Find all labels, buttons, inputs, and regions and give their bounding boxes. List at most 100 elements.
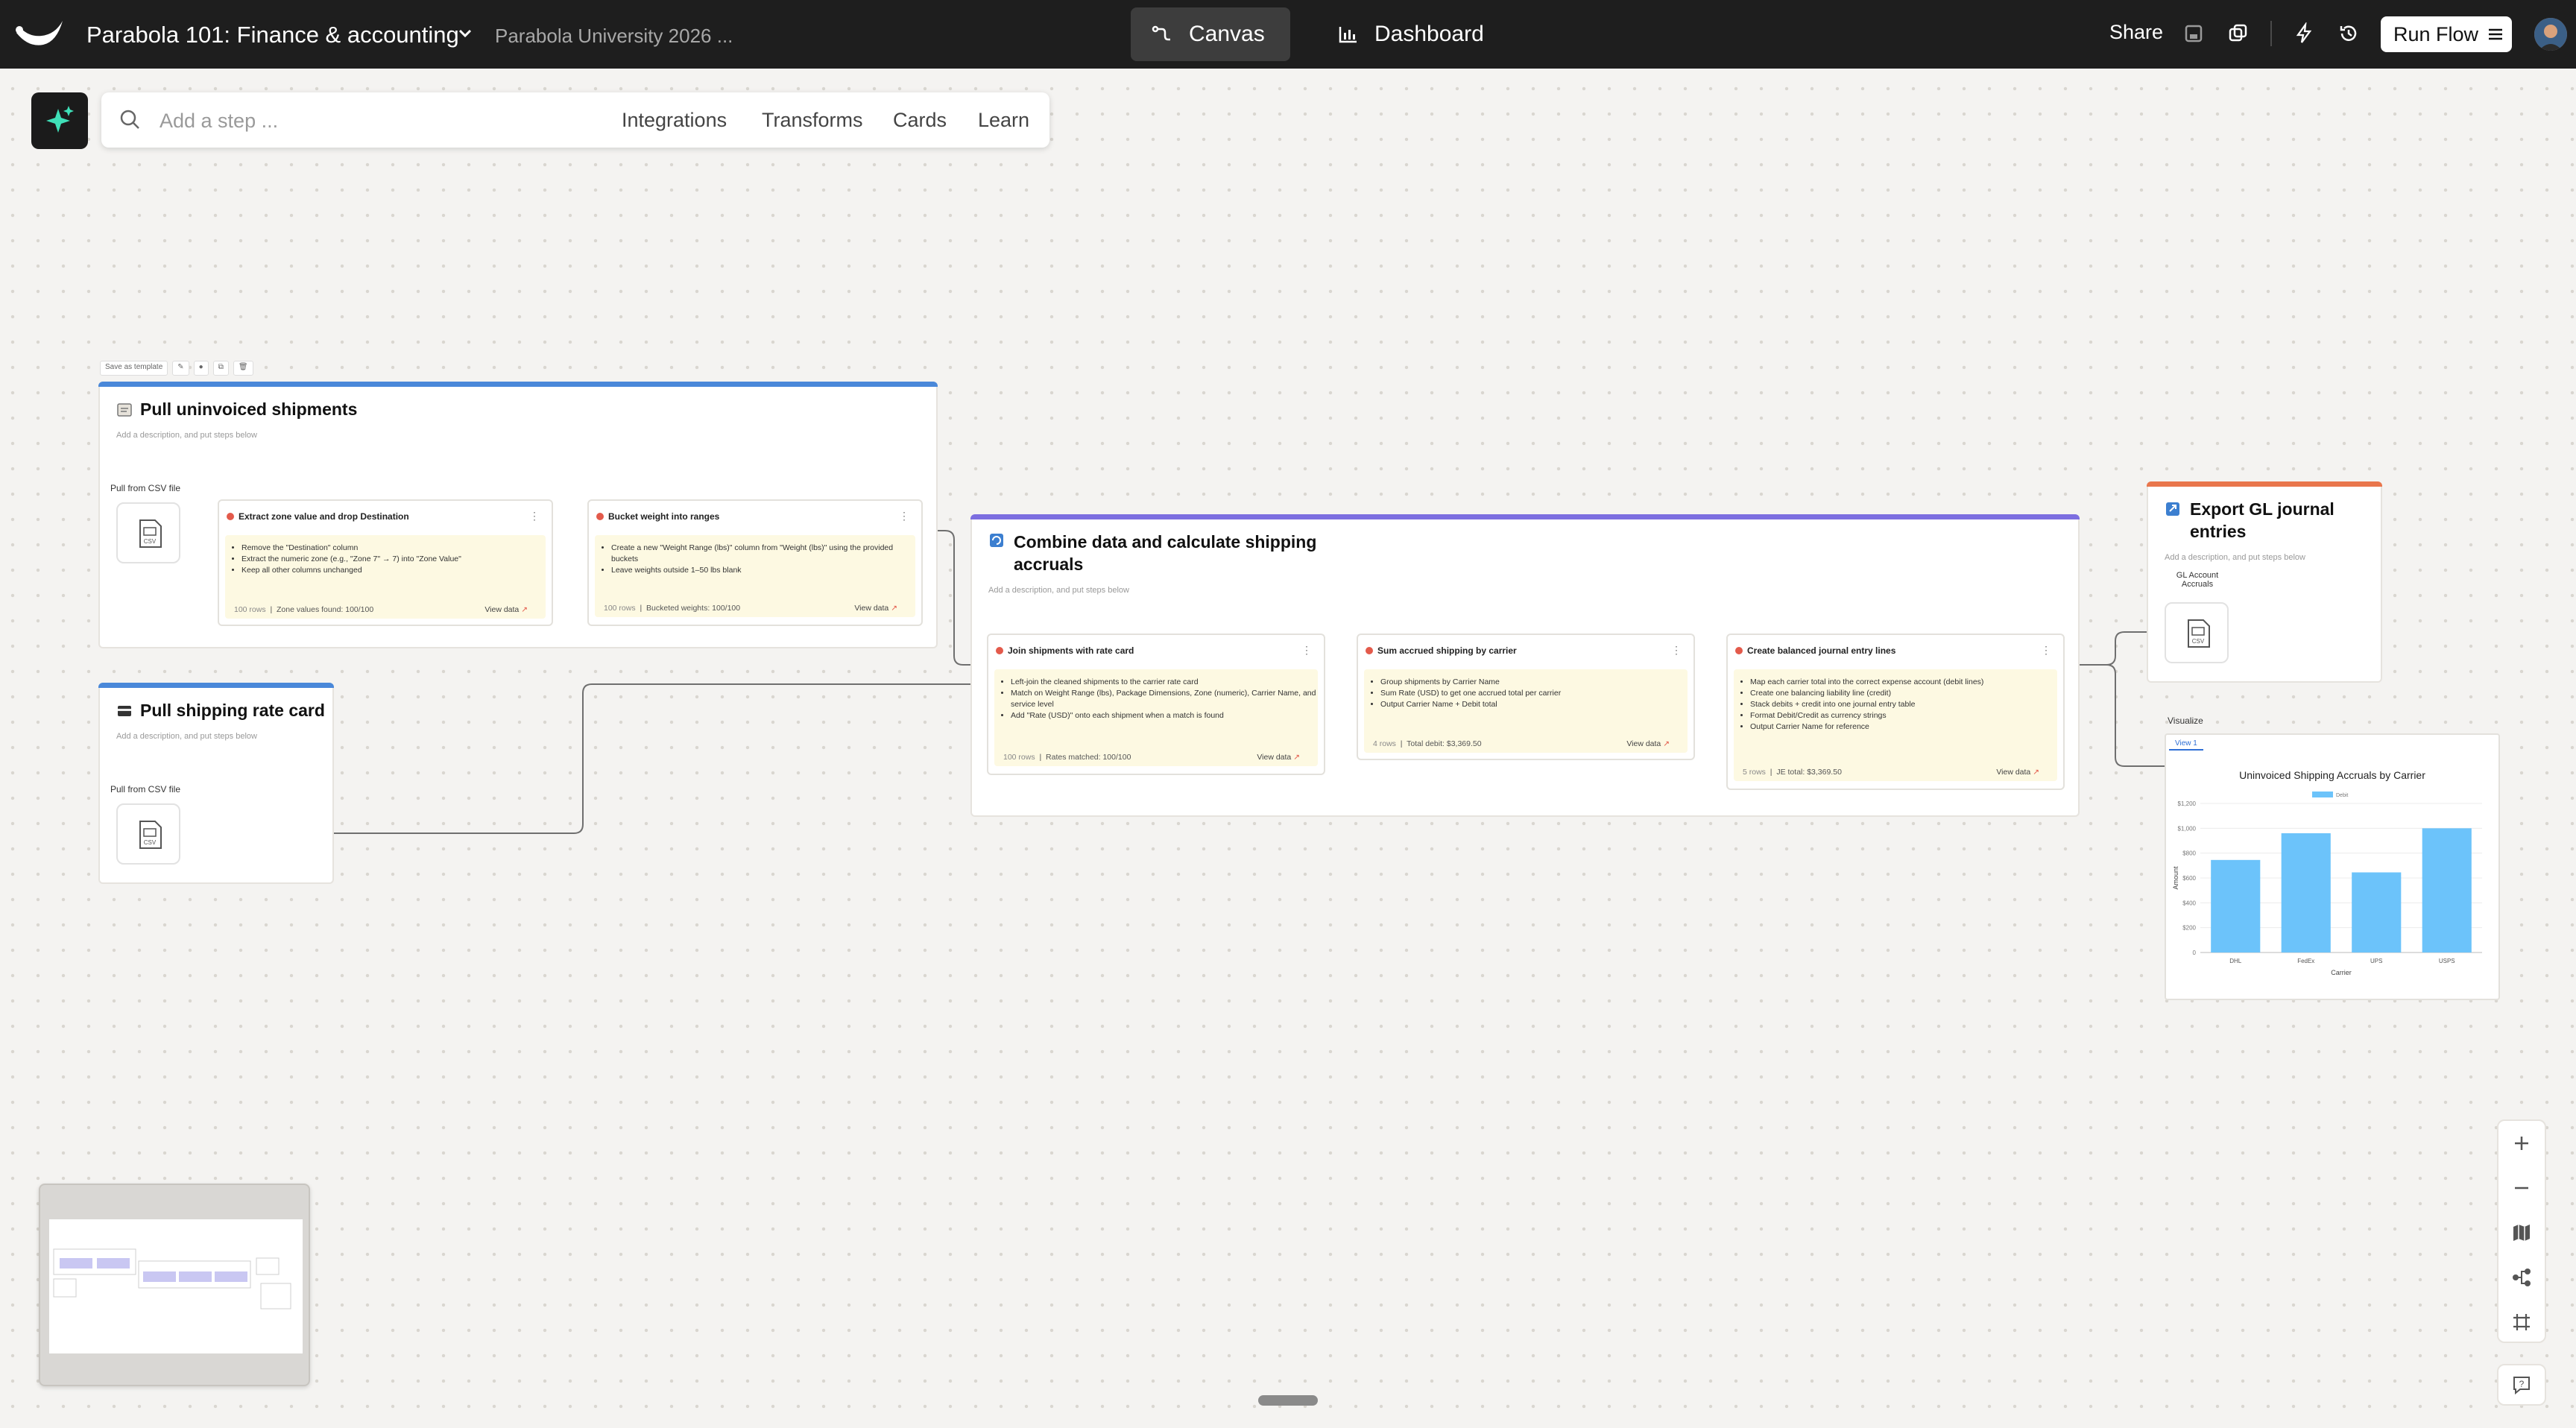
step-card[interactable]: Create balanced journal entry lines ⋮ Ma… <box>1726 634 2065 790</box>
minimap-viewport[interactable] <box>49 1219 303 1353</box>
group-pull-shipping-rate-card[interactable]: Pull shipping rate card Add a descriptio… <box>98 683 334 884</box>
x-tick-label: FedEx <box>2297 958 2314 964</box>
map-icon <box>2513 1225 2530 1241</box>
tab-dashboard[interactable]: Dashboard <box>1318 7 1497 61</box>
step-card[interactable]: Sum accrued shipping by carrier ⋮ Group … <box>1357 634 1695 760</box>
search-icon <box>120 110 139 129</box>
kebab-menu-icon[interactable]: ⋮ <box>1671 644 1682 657</box>
kebab-menu-icon[interactable]: ⋮ <box>1301 644 1312 657</box>
step-type-icon <box>227 513 234 520</box>
step-title: Join shipments with rate card <box>996 645 1134 656</box>
lightning-icon[interactable] <box>2293 22 2315 45</box>
help-chat-icon: ? <box>2513 1377 2530 1395</box>
run-flow-button[interactable]: Run Flow <box>2381 16 2512 52</box>
step-card[interactable]: Extract zone value and drop Destination … <box>218 499 553 626</box>
instruction-item: Output Carrier Name + Debit total <box>1380 699 1688 710</box>
instruction-item: Left-join the cleaned shipments to the c… <box>1011 677 1318 688</box>
view-data-link[interactable]: View data ↗ <box>1626 739 1670 748</box>
integrations-link[interactable]: Integrations <box>622 109 727 132</box>
tab-dashboard-label: Dashboard <box>1374 22 1484 46</box>
instruction-item: Create a new "Weight Range (lbs)" column… <box>611 543 915 565</box>
step-type-icon <box>1366 647 1373 654</box>
step-type-icon <box>1735 647 1743 654</box>
y-tick-label: 0 <box>2193 950 2197 956</box>
view-data-link[interactable]: View data ↗ <box>854 604 897 613</box>
instruction-item: Format Debit/Credit as currency strings <box>1750 710 2057 721</box>
group-description[interactable]: Add a description, and put steps below <box>988 586 1129 595</box>
canvas-scroll-handle[interactable] <box>1258 1395 1318 1406</box>
group-description[interactable]: Add a description, and put steps below <box>116 431 257 440</box>
y-tick-label: $800 <box>2182 850 2196 857</box>
duplicate-icon[interactable]: ⧉ <box>212 361 229 376</box>
avatar[interactable] <box>2534 18 2567 51</box>
zoom-in-button[interactable] <box>2498 1121 2545 1166</box>
legend-swatch <box>2312 792 2333 797</box>
group-combine-data[interactable]: Combine data and calculate shipping accr… <box>970 514 2080 817</box>
y-tick-label: $1,000 <box>2178 825 2197 832</box>
divider <box>2270 21 2272 46</box>
instruction-item: Add "Rate (USD)" onto each shipment when… <box>1011 710 1318 721</box>
kebab-menu-icon[interactable]: ⋮ <box>529 510 540 522</box>
step-title: Create balanced journal entry lines <box>1735 645 1895 656</box>
group-title[interactable]: Pull uninvoiced shipments <box>140 398 357 420</box>
group-title[interactable]: Pull shipping rate card <box>140 699 325 721</box>
minimap-preview <box>53 1248 291 1309</box>
flow-title[interactable]: Parabola 101: Finance & accounting <box>86 20 459 50</box>
view-data-link[interactable]: View data ↗ <box>484 605 528 614</box>
kebab-menu-icon[interactable]: ⋮ <box>2041 644 2051 657</box>
chevron-down-icon[interactable] <box>456 24 474 42</box>
step-title: Bucket weight into ranges <box>596 511 719 522</box>
group-description[interactable]: Add a description, and put steps below <box>116 732 257 741</box>
step-card[interactable]: Bucket weight into ranges ⋮ Create a new… <box>587 499 923 626</box>
fit-view-button[interactable] <box>2498 1300 2545 1345</box>
transforms-link[interactable]: Transforms <box>762 109 863 132</box>
step-title: Sum accrued shipping by carrier <box>1366 645 1517 656</box>
auto-layout-button[interactable] <box>2498 1255 2545 1300</box>
history-icon[interactable] <box>2337 22 2360 45</box>
destination-label: GL Account Accruals <box>2176 571 2219 589</box>
view-data-link[interactable]: View data ↗ <box>1996 768 2039 777</box>
add-step-bar: Integrations Transforms Cards Learn <box>101 92 1049 148</box>
x-axis-label: Carrier <box>2331 969 2352 976</box>
sparkle-icon <box>46 106 74 133</box>
share-button[interactable]: Share <box>2109 21 2163 44</box>
instruction-item: Create one balancing liability line (cre… <box>1750 688 2057 699</box>
add-step-input[interactable] <box>158 106 578 136</box>
delete-icon[interactable]: 🗑 <box>233 361 253 376</box>
kebab-menu-icon[interactable]: ⋮ <box>899 510 909 522</box>
edit-icon[interactable]: ✎ <box>172 361 189 376</box>
minimap[interactable] <box>39 1184 310 1386</box>
instruction-item: Sum Rate (USD) to get one accrued total … <box>1380 688 1688 699</box>
group-export-gl-journal[interactable]: Export GL journal entries Add a descript… <box>2147 481 2382 683</box>
csv-source-step[interactable]: CSV <box>116 502 180 563</box>
csv-export-step[interactable]: CSV <box>2165 602 2229 663</box>
group-title[interactable]: Export GL journal entries <box>2190 498 2369 543</box>
group-pull-uninvoiced-shipments[interactable]: Pull uninvoiced shipments Add a descript… <box>98 382 938 648</box>
visualize-label: Visualize <box>2168 715 2203 726</box>
minimap-toggle-button[interactable] <box>2498 1210 2545 1255</box>
instruction-item: Remove the "Destination" column <box>242 543 546 554</box>
row-count: 4 rows <box>1373 739 1396 748</box>
csv-source-step[interactable]: CSV <box>116 803 180 865</box>
group-description[interactable]: Add a description, and put steps below <box>2165 553 2305 562</box>
parabola-logo[interactable] <box>13 16 66 52</box>
learn-link[interactable]: Learn <box>978 109 1029 132</box>
org-name[interactable]: Parabola University 2026 ... <box>495 22 733 49</box>
copy-icon[interactable] <box>2227 22 2250 45</box>
y-tick-label: $600 <box>2182 875 2196 882</box>
ai-assistant-button[interactable] <box>31 92 88 149</box>
color-icon[interactable]: ● <box>193 361 209 376</box>
group-title[interactable]: Combine data and calculate shipping accr… <box>1014 531 1342 575</box>
visualize-card[interactable]: View 1 Uninvoiced Shipping Accruals by C… <box>2165 733 2500 1000</box>
row-count: 100 rows <box>234 605 266 614</box>
instruction-item: Leave weights outside 1–50 lbs blank <box>611 565 915 576</box>
zoom-out-button[interactable] <box>2498 1166 2545 1210</box>
step-card[interactable]: Join shipments with rate card ⋮ Left-joi… <box>987 634 1325 775</box>
cards-link[interactable]: Cards <box>893 109 947 132</box>
save-as-template-button[interactable]: Save as template <box>100 361 168 376</box>
tab-canvas[interactable]: Canvas <box>1131 7 1290 61</box>
help-button[interactable]: ? <box>2497 1364 2546 1406</box>
step-stats: 100 rows | Rates matched: 100/100 <box>1003 753 1131 762</box>
view-data-link[interactable]: View data ↗ <box>1257 753 1300 762</box>
save-icon[interactable] <box>2182 22 2205 45</box>
